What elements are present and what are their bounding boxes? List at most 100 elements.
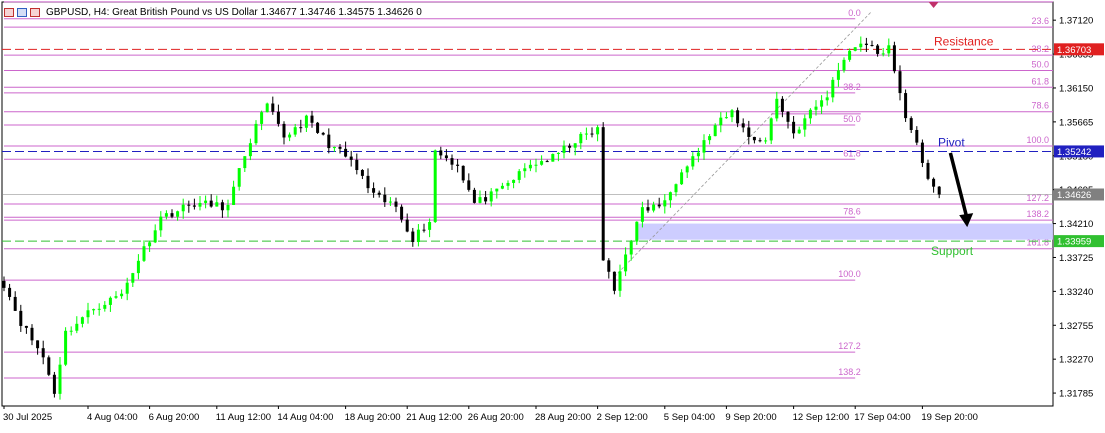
candle-body (489, 191, 493, 202)
candle-body (461, 165, 465, 181)
pivot-label: Pivot (938, 135, 965, 149)
candle-body (394, 201, 398, 207)
candle-body (517, 171, 521, 180)
candle-body (842, 59, 846, 71)
candle-body (220, 202, 224, 211)
candle-body (556, 152, 560, 154)
y-tick-label: 1.31785 (1059, 389, 1093, 400)
candle-body (344, 148, 348, 157)
candle-body (640, 207, 644, 222)
candle-body (103, 304, 107, 309)
candle-body (937, 186, 941, 195)
price-chart[interactable]: 0.023.638.250.061.878.6100.0127.2138.216… (0, 0, 1105, 428)
candle-body (887, 45, 891, 54)
candle-body (708, 136, 712, 141)
x-tick-label: 19 Sep 20:00 (921, 412, 978, 423)
candle-body (327, 134, 331, 149)
x-tick-label: 28 Aug 20:00 (535, 412, 591, 423)
candle-body (719, 117, 723, 126)
fib-c-label: 38.2 (843, 82, 861, 92)
fib-b-label: 138.2 (1026, 209, 1049, 219)
x-tick-label: 12 Sep 12:00 (793, 412, 850, 423)
x-tick-label: 21 Aug 12:00 (406, 412, 462, 423)
candle-body (612, 271, 616, 291)
fib-c-label: 61.8 (843, 148, 861, 158)
candle-body (254, 123, 258, 144)
candle-body (691, 156, 695, 167)
chart-close-icon[interactable] (30, 7, 40, 17)
candle-body (276, 111, 280, 124)
candle-body (321, 132, 325, 135)
candle-body (181, 204, 185, 212)
candle-body (176, 211, 180, 217)
candle-body (825, 97, 829, 101)
candle-body (36, 340, 40, 349)
period-separator-marker (928, 2, 939, 8)
candle-body (338, 146, 342, 149)
candle-body (876, 45, 880, 54)
candle-body (915, 129, 919, 143)
candle-body (747, 127, 751, 137)
candle-body (97, 308, 101, 310)
candle-body (383, 194, 387, 203)
symbol-info: GBPUSD, H4: Great British Pound vs US Do… (46, 6, 422, 18)
candle-body (652, 204, 656, 211)
current-price-tag: 1.34626 (1057, 190, 1091, 201)
resistance-price-tag: 1.36703 (1057, 45, 1091, 56)
candle-body (932, 178, 936, 187)
candle-body (607, 260, 611, 272)
candle-body (142, 246, 146, 261)
candle-body (646, 207, 650, 211)
candle-body (136, 260, 140, 274)
candle-body (24, 325, 28, 328)
candle-body (545, 161, 549, 163)
fib-a-label: 50.0 (1031, 59, 1049, 69)
candle-body (41, 348, 45, 358)
candle-body (629, 241, 633, 255)
candle-body (820, 100, 824, 107)
candle-body (752, 136, 756, 141)
fib-c-label: 0.0 (848, 8, 861, 18)
candle-body (153, 230, 157, 243)
fib-a-label: 23.6 (1031, 16, 1049, 26)
candle-body (495, 188, 499, 192)
candle-body (904, 93, 908, 119)
candle-body (187, 204, 191, 206)
fib-a-label: 61.8 (1031, 76, 1049, 86)
candle-body (439, 150, 443, 156)
candle-body (680, 172, 684, 185)
chart-root: 0.023.638.250.061.878.6100.0127.2138.216… (0, 0, 1105, 428)
candle-body (467, 180, 471, 190)
candle-body (428, 222, 432, 230)
candle-body (920, 142, 924, 163)
x-tick-label: 5 Sep 04:00 (664, 412, 715, 423)
candle-body (601, 127, 605, 261)
candle-body (64, 330, 68, 365)
fib-c-label: 100.0 (838, 269, 861, 279)
y-tick-label: 1.33725 (1059, 253, 1093, 264)
candle-body (814, 106, 818, 110)
candle-body (730, 110, 734, 118)
candle-body (870, 45, 874, 47)
candle-body (909, 118, 913, 130)
chart-menu-icon[interactable] (4, 7, 14, 17)
candle-body (310, 115, 314, 123)
candle-body (248, 143, 252, 157)
candle-body (775, 98, 779, 119)
candle-body (892, 45, 896, 72)
support-label: Support (931, 244, 974, 258)
candle-body (114, 296, 118, 298)
candle-body (528, 164, 532, 169)
candle-body (293, 127, 297, 135)
candle-body (500, 185, 504, 189)
x-tick-label: 6 Aug 20:00 (149, 412, 200, 423)
candle-body (584, 133, 588, 135)
chart-window-icon[interactable] (17, 7, 27, 17)
candle-body (332, 146, 336, 149)
candle-body (80, 317, 84, 324)
candle-body (523, 168, 527, 172)
candle-body (164, 213, 168, 217)
x-tick-label: 26 Aug 20:00 (468, 412, 524, 423)
candle-body (797, 129, 801, 134)
candle-body (831, 79, 835, 98)
